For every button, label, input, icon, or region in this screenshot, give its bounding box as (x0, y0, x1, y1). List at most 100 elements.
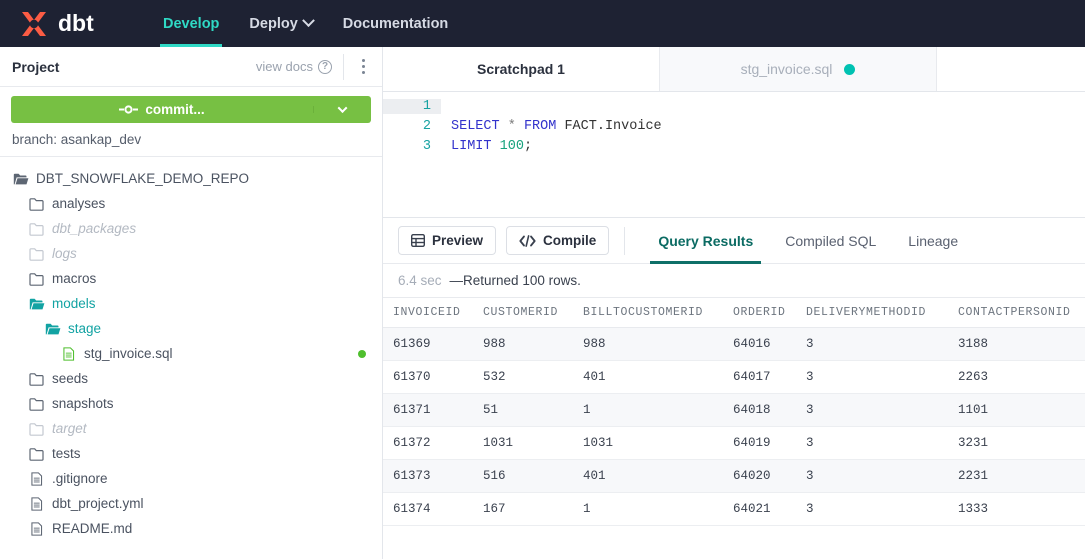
tab-compiled-sql[interactable]: Compiled SQL (769, 218, 892, 264)
code-line[interactable]: 1 (383, 96, 1085, 116)
folder-icon (29, 397, 44, 411)
tab-stg-invoice-sql[interactable]: stg_invoice.sql (660, 47, 937, 91)
table-cell: 1 (573, 393, 723, 427)
file-icon (31, 496, 43, 511)
code-text: SELECT * FROM FACT.Invoice (441, 119, 662, 134)
question-circle-icon: ? (318, 59, 332, 74)
file-icon (63, 346, 75, 361)
file-status-dot-icon (358, 349, 366, 358)
code-token: 100 (499, 138, 524, 154)
table-row: 61374 167 1 64021 3 1333 (383, 492, 1085, 526)
code-line[interactable]: 2 SELECT * FROM FACT.Invoice (383, 116, 1085, 136)
results-column-header[interactable]: ORDERID (723, 297, 796, 328)
preview-button-label: Preview (432, 233, 484, 248)
unsaved-changes-dot-icon (844, 63, 856, 75)
table-row: 61371 51 1 64018 3 1101 (383, 393, 1085, 427)
tree-file-dbt-project-yml[interactable]: dbt_project.yml (0, 491, 382, 516)
table-row: 61372 1031 1031 64019 3 3231 (383, 426, 1085, 460)
tree-item-label: target (52, 421, 87, 436)
tree-folder-dbt-snowflake-demo-repo[interactable]: DBT_SNOWFLAKE_DEMO_REPO (0, 166, 382, 191)
tree-item-label: macros (52, 271, 97, 286)
tree-folder-dbt-packages[interactable]: dbt_packages (0, 216, 382, 241)
compile-button[interactable]: Compile (506, 226, 610, 255)
commit-button-main[interactable]: commit... (11, 102, 313, 117)
result-tab-label: Lineage (908, 232, 959, 249)
nav-item-documentation[interactable]: Documentation (328, 0, 464, 47)
tree-folder-logs[interactable]: logs (0, 241, 382, 266)
code-editor[interactable]: 1 2 SELECT * FROM FACT.Invoice 3 LIMIT 100; (383, 92, 1085, 217)
commit-dropdown-button[interactable] (313, 103, 371, 114)
results-column-header[interactable]: CUSTOMERID (473, 297, 573, 328)
tree-folder-snapshots[interactable]: snapshots (0, 391, 382, 416)
editor-toolbar: Preview Compile Query Results Compiled S… (383, 217, 1085, 264)
table-cell: 2263 (948, 360, 1085, 394)
table-cell: 3231 (948, 426, 1085, 460)
tab-lineage[interactable]: Lineage (892, 218, 974, 264)
tree-item-label: analyses (52, 196, 106, 211)
query-duration: 6.4 sec (398, 273, 442, 288)
code-token: FROM (523, 118, 557, 134)
kebab-menu-icon[interactable] (344, 59, 382, 74)
commit-button[interactable]: commit... (11, 96, 371, 123)
tree-file-stg-invoice-sql[interactable]: stg_invoice.sql (0, 341, 382, 366)
tree-folder-target[interactable]: target (0, 416, 382, 441)
results-header-row: INVOICEID CUSTOMERID BILLTOCUSTOMERID ORDER… (383, 297, 1085, 328)
tree-file-readme-md[interactable]: README.md (0, 516, 382, 541)
code-line[interactable]: 3 LIMIT 100; (383, 136, 1085, 156)
query-results-panel[interactable]: INVOICEID CUSTOMERID BILLTOCUSTOMERID ORDER… (383, 297, 1085, 559)
tree-item-label: dbt_packages (52, 221, 137, 236)
tree-folder-stage[interactable]: stage (0, 316, 382, 341)
table-cell: 61374 (383, 492, 473, 526)
table-cell: 988 (573, 327, 723, 361)
editor-panel: Scratchpad 1 stg_invoice.sql 1 2 SELECT * … (383, 47, 1085, 559)
results-column-header[interactable]: DELIVERYMETHODID (796, 297, 948, 328)
table-cell: 1333 (948, 492, 1085, 526)
tree-file-gitignore[interactable]: .gitignore (0, 466, 382, 491)
table-cell: 61369 (383, 327, 473, 361)
tab-scratchpad-1[interactable]: Scratchpad 1 (383, 47, 660, 91)
results-column-header[interactable]: BILLTOCUSTOMERID (573, 297, 723, 328)
results-column-header[interactable]: INVOICEID (383, 297, 473, 328)
result-tabs: Query Results Compiled SQL Lineage (642, 218, 974, 264)
tree-item-label: stg_invoice.sql (84, 346, 173, 361)
table-cell: 401 (573, 459, 723, 493)
tree-item-label: README.md (52, 521, 133, 536)
tree-folder-seeds[interactable]: seeds (0, 366, 382, 391)
folder-open-icon (45, 323, 61, 334)
table-cell: 516 (473, 459, 573, 493)
table-cell: 532 (473, 360, 573, 394)
results-table-body: 61369 988 988 64016 3 3188 61370 532 401 64017 3 22… (383, 327, 1085, 526)
code-brackets-icon (519, 234, 536, 247)
code-token: * (507, 118, 516, 134)
toolbar-divider (624, 226, 626, 255)
folder-icon (29, 372, 44, 386)
sidebar-header: Project view docs ? (0, 47, 382, 87)
tree-item-label: tests (52, 446, 81, 461)
code-token: SELECT (451, 118, 500, 134)
table-row: 61370 532 401 64017 3 2263 (383, 360, 1085, 394)
dbt-logo[interactable]: dbt (0, 0, 120, 47)
tree-folder-macros[interactable]: macros (0, 266, 382, 291)
nav-item-develop[interactable]: Develop (148, 0, 234, 47)
dbt-mark-icon (22, 11, 46, 36)
table-cell: 1 (573, 492, 723, 526)
nav-item-label: Develop (163, 15, 220, 32)
tree-folder-models[interactable]: models (0, 291, 382, 316)
svg-text:dbt: dbt (58, 11, 94, 36)
preview-button[interactable]: Preview (398, 226, 497, 255)
folder-icon (29, 247, 44, 261)
tab-label: stg_invoice.sql (740, 61, 833, 77)
line-number: 1 (383, 98, 441, 114)
code-token: FACT.Invoice (556, 118, 662, 134)
tree-folder-tests[interactable]: tests (0, 441, 382, 466)
view-docs-label: view docs (255, 59, 313, 74)
project-sidebar: Project view docs ? commit... branch: as… (0, 47, 383, 559)
nav-item-deploy[interactable]: Deploy (234, 0, 327, 47)
tab-query-results[interactable]: Query Results (642, 218, 769, 264)
tree-folder-analyses[interactable]: analyses (0, 191, 382, 216)
tree-item-label: models (52, 296, 96, 311)
workspace: Project view docs ? commit... branch: as… (0, 47, 1085, 559)
results-column-header[interactable]: CONTACTPERSONID (948, 297, 1085, 328)
view-docs-link[interactable]: view docs ? (256, 59, 343, 74)
